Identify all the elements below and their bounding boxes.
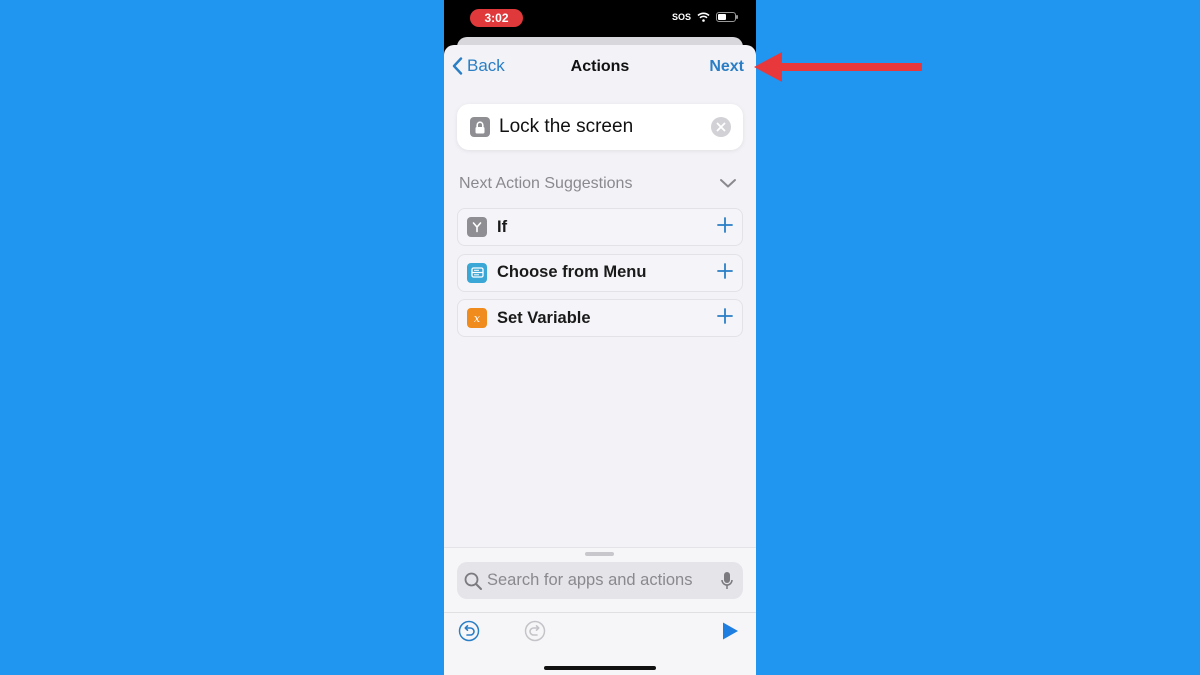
variable-icon: x	[467, 308, 487, 328]
selected-action-card[interactable]: Lock the screen	[457, 104, 743, 150]
bottom-panel	[444, 547, 756, 675]
status-bar: 3:02 SOS	[444, 0, 756, 40]
chevron-down-icon[interactable]	[719, 177, 737, 189]
add-icon[interactable]	[716, 262, 734, 284]
clear-action-button[interactable]	[711, 117, 731, 137]
undo-icon[interactable]	[458, 620, 480, 642]
wifi-icon	[697, 12, 710, 22]
branch-icon	[467, 217, 487, 237]
suggestion-label: Set Variable	[497, 308, 591, 327]
search-icon	[464, 572, 482, 590]
next-button[interactable]: Next	[709, 58, 744, 76]
suggestion-item-choose-from-menu[interactable]: Choose from Menu	[457, 253, 743, 292]
suggestions-title: Next Action Suggestions	[459, 175, 633, 192]
close-icon	[716, 122, 726, 132]
battery-icon	[716, 12, 738, 22]
suggestions-header[interactable]: Next Action Suggestions	[459, 175, 741, 193]
annotation-arrow-icon	[754, 52, 922, 82]
suggestions-list: If Choose from Menu x Set Variable	[457, 208, 743, 345]
status-time: 3:02	[470, 9, 523, 27]
play-icon[interactable]	[720, 621, 740, 641]
lock-icon	[470, 117, 490, 137]
suggestion-item-if[interactable]: If	[457, 208, 743, 246]
suggestion-label: If	[497, 217, 508, 236]
add-icon[interactable]	[716, 216, 734, 238]
status-indicators: SOS	[671, 12, 738, 22]
home-indicator	[544, 666, 656, 670]
phone-screen: 3:02 SOS Back Actions Next Lock the scre…	[444, 0, 756, 675]
microphone-icon[interactable]	[721, 571, 733, 590]
suggestion-item-set-variable[interactable]: x Set Variable	[457, 299, 743, 337]
drag-handle[interactable]	[585, 552, 614, 556]
nav-bar: Back Actions Next	[444, 45, 756, 89]
search-input[interactable]	[487, 571, 717, 590]
search-bar[interactable]	[457, 562, 743, 599]
menu-icon	[467, 262, 487, 283]
redo-icon[interactable]	[524, 620, 546, 642]
selected-action-label: Lock the screen	[499, 116, 634, 137]
actions-sheet: Back Actions Next Lock the screen Next A…	[444, 45, 756, 675]
toolbar-divider	[444, 612, 756, 613]
carrier-label: SOS	[671, 12, 691, 22]
suggestion-label: Choose from Menu	[497, 263, 647, 281]
add-icon[interactable]	[716, 307, 734, 329]
